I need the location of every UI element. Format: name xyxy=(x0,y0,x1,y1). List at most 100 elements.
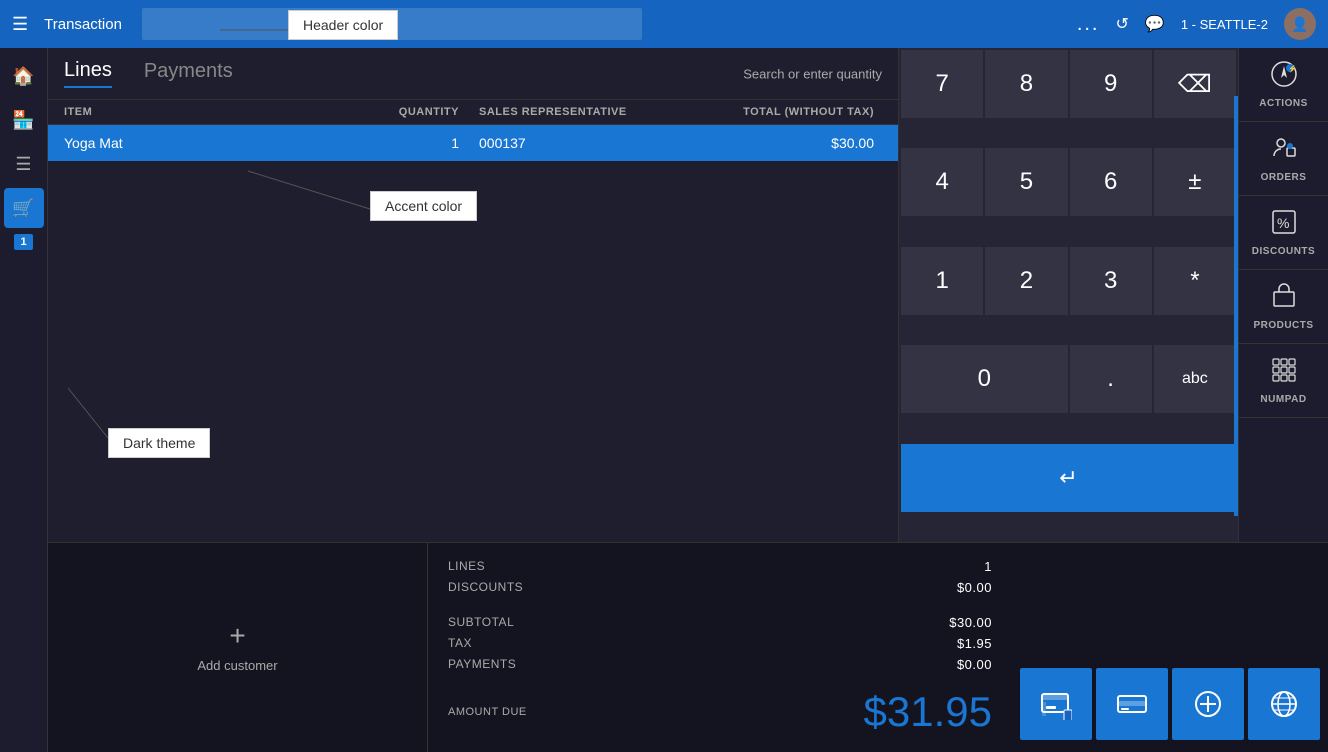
add-customer-plus: + xyxy=(229,622,245,650)
tax-row: TAX $1.95 xyxy=(448,636,992,651)
scroll-bar xyxy=(1234,96,1238,516)
discounts-row: DISCOUNTS $0.00 xyxy=(448,580,992,595)
num-btn-abc[interactable]: abc xyxy=(1154,345,1236,413)
tab-lines[interactable]: Lines xyxy=(64,59,112,88)
right-panel: ⚡ ACTIONS ORDERS xyxy=(1238,48,1328,542)
action-btn-products[interactable]: PRODUCTS xyxy=(1239,270,1328,344)
num-btn-0[interactable]: 0 xyxy=(901,345,1068,413)
numpad-icon xyxy=(1270,356,1298,390)
lines-area: Lines Payments Search or enter quantity … xyxy=(48,48,898,542)
sidebar: 🏠 🏪 ☰ 🛒 1 xyxy=(0,48,48,752)
payments-value: $0.00 xyxy=(957,657,992,672)
pay-btn-circle[interactable] xyxy=(1172,668,1244,740)
actions-label: ACTIONS xyxy=(1259,98,1308,109)
payment-buttons xyxy=(1012,543,1328,752)
num-btn-8[interactable]: 8 xyxy=(985,50,1067,118)
pay-btn-cards[interactable] xyxy=(1020,668,1092,740)
dark-theme-annotation: Dark theme xyxy=(108,428,210,458)
refresh-icon[interactable]: ↺ xyxy=(1115,14,1128,34)
header-title: Transaction xyxy=(44,16,122,33)
num-btn-plusminus[interactable]: ± xyxy=(1154,148,1236,216)
avatar[interactable]: 👤 xyxy=(1284,8,1316,40)
lines-row: LINES 1 xyxy=(448,559,992,574)
discounts-value: $0.00 xyxy=(957,580,992,595)
tax-value: $1.95 xyxy=(957,636,992,651)
accent-annotation-line xyxy=(48,161,648,241)
summary-area: LINES 1 DISCOUNTS $0.00 SUBTOTAL $30.00 … xyxy=(428,543,1012,752)
subtotal-row: SUBTOTAL $30.00 xyxy=(448,615,992,630)
main-layout: 🏠 🏪 ☰ 🛒 1 Lines Payments Search or enter… xyxy=(0,48,1328,752)
num-btn-5[interactable]: 5 xyxy=(985,148,1067,216)
col-total-header: TOTAL (WITHOUT TAX) xyxy=(677,106,883,118)
num-btn-7[interactable]: 7 xyxy=(901,50,983,118)
content-area: Lines Payments Search or enter quantity … xyxy=(48,48,1328,752)
numpad-label: NUMPAD xyxy=(1260,394,1306,405)
discounts-label: DISCOUNTS xyxy=(1252,246,1315,257)
action-btn-numpad[interactable]: NUMPAD xyxy=(1239,344,1328,418)
action-btn-discounts[interactable]: % DISCOUNTS xyxy=(1239,196,1328,270)
row-item: Yoga Mat xyxy=(64,135,360,151)
lines-value: 1 xyxy=(984,559,992,574)
svg-text:⚡: ⚡ xyxy=(1288,64,1297,73)
lines-label: LINES xyxy=(448,559,485,574)
num-btn-3[interactable]: 3 xyxy=(1070,247,1152,315)
bottom-section: + Add customer LINES 1 DISCOUNTS $0.00 S… xyxy=(48,542,1328,752)
add-customer-area[interactable]: + Add customer xyxy=(48,543,428,752)
sidebar-menu-icon[interactable]: ☰ xyxy=(4,144,44,184)
col-rep-header: SALES REPRESENTATIVE xyxy=(479,106,677,118)
col-item-header: ITEM xyxy=(64,106,360,118)
sidebar-cart-icon[interactable]: 🛒 xyxy=(4,188,44,228)
subtotal-label: SUBTOTAL xyxy=(448,615,514,630)
actions-icon: ⚡ xyxy=(1270,60,1298,94)
payments-label: PAYMENTS xyxy=(448,657,516,672)
more-options-icon[interactable]: ... xyxy=(1077,13,1100,36)
subtotal-value: $30.00 xyxy=(949,615,992,630)
tabs-row: Lines Payments Search or enter quantity xyxy=(48,48,898,100)
action-btn-orders[interactable]: ORDERS xyxy=(1239,122,1328,196)
row-total: $30.00 xyxy=(677,135,883,151)
orders-label: ORDERS xyxy=(1261,172,1307,183)
products-label: PRODUCTS xyxy=(1253,320,1313,331)
row-qty: 1 xyxy=(360,135,479,151)
sidebar-store-icon[interactable]: 🏪 xyxy=(4,100,44,140)
pay-btn-credit-card[interactable] xyxy=(1096,668,1168,740)
col-qty-header: QUANTITY xyxy=(360,106,479,118)
chat-icon[interactable]: 💬 xyxy=(1145,14,1165,34)
numpad-grid: 7 8 9 ⌫ 4 5 6 ± 1 2 3 * 0 . abc ↵ xyxy=(899,48,1238,542)
num-btn-6[interactable]: 6 xyxy=(1070,148,1152,216)
header-right: ... ↺ 💬 1 - SEATTLE-2 👤 xyxy=(1077,8,1316,40)
amount-due-label: AMOUNT DUE xyxy=(448,706,527,718)
num-btn-1[interactable]: 1 xyxy=(901,247,983,315)
discounts-icon: % xyxy=(1270,208,1298,242)
numpad-section: 7 8 9 ⌫ 4 5 6 ± 1 2 3 * 0 . abc ↵ xyxy=(898,48,1238,542)
top-section: Lines Payments Search or enter quantity … xyxy=(48,48,1328,542)
table-row[interactable]: Yoga Mat 1 000137 $30.00 xyxy=(48,125,898,161)
row-rep: 000137 xyxy=(479,135,677,151)
tax-label: TAX xyxy=(448,636,472,651)
header-search-bar[interactable] xyxy=(142,8,642,40)
search-qty-bar: Search or enter quantity xyxy=(743,66,882,81)
amount-due-value: $31.95 xyxy=(864,688,992,736)
num-btn-4[interactable]: 4 xyxy=(901,148,983,216)
header-bar: ☰ Transaction ... ↺ 💬 1 - SEATTLE-2 👤 He… xyxy=(0,0,1328,48)
pay-btn-globe[interactable] xyxy=(1248,668,1320,740)
table-header: ITEM QUANTITY SALES REPRESENTATIVE TOTAL… xyxy=(48,100,898,125)
products-icon xyxy=(1270,282,1298,316)
user-location: 1 - SEATTLE-2 xyxy=(1181,17,1268,32)
num-btn-dot[interactable]: . xyxy=(1070,345,1152,413)
accent-color-annotation: Accent color xyxy=(370,191,477,221)
hamburger-icon[interactable]: ☰ xyxy=(12,14,28,35)
num-btn-enter[interactable]: ↵ xyxy=(901,444,1236,512)
num-btn-multiply[interactable]: * xyxy=(1154,247,1236,315)
payments-row: PAYMENTS $0.00 xyxy=(448,657,992,672)
sidebar-home-icon[interactable]: 🏠 xyxy=(4,56,44,96)
num-btn-2[interactable]: 2 xyxy=(985,247,1067,315)
num-btn-9[interactable]: 9 xyxy=(1070,50,1152,118)
add-customer-label: Add customer xyxy=(197,658,277,673)
tab-payments[interactable]: Payments xyxy=(144,60,233,87)
orders-icon xyxy=(1270,134,1298,168)
num-btn-backspace[interactable]: ⌫ xyxy=(1154,50,1236,118)
amount-due-row: AMOUNT DUE $31.95 xyxy=(448,680,992,736)
action-btn-actions[interactable]: ⚡ ACTIONS xyxy=(1239,48,1328,122)
discounts-label: DISCOUNTS xyxy=(448,580,523,595)
